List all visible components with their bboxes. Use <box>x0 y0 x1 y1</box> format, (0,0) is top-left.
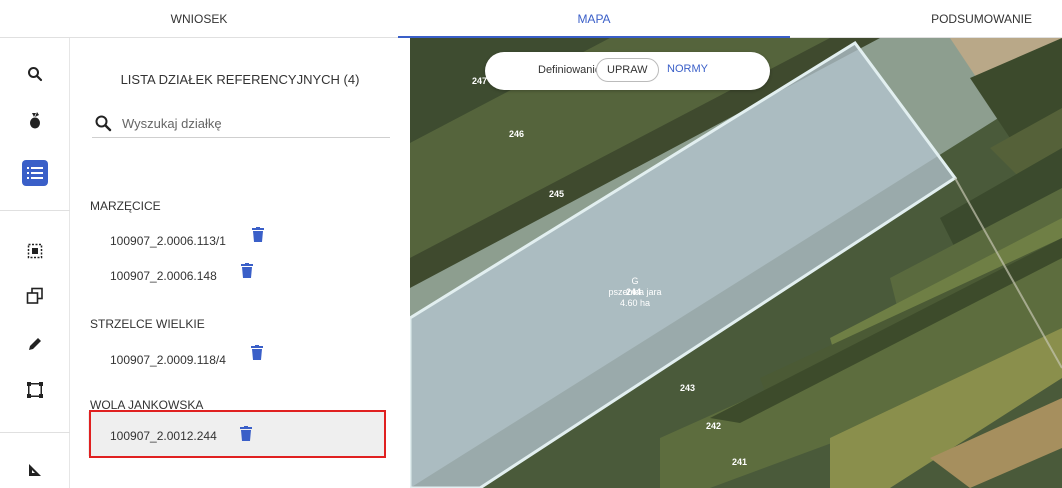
top-tab-bar: WNIOSEK MAPA PODSUMOWANIE <box>0 0 1062 38</box>
frame-icon[interactable] <box>17 372 53 408</box>
group-title-marzecice: MARZĘCICE <box>90 199 161 213</box>
toolbar-divider <box>0 432 70 433</box>
parcel-number: 246 <box>509 129 525 139</box>
highlight-annotation <box>89 410 386 458</box>
satellite-map <box>410 38 1062 488</box>
search-input[interactable] <box>122 113 382 133</box>
tab-wniosek[interactable]: WNIOSEK <box>0 0 398 38</box>
search-icon[interactable] <box>17 56 53 92</box>
delete-icon[interactable] <box>241 263 253 278</box>
parcel-number: 244 <box>626 287 642 297</box>
crop-letter: G <box>631 276 639 286</box>
crop-name-line: pszenica jara 244 <box>590 287 680 298</box>
mode-normy-button[interactable]: NORMY <box>657 58 718 82</box>
parcel-number: 243 <box>680 383 696 393</box>
mode-upraw-button[interactable]: UPRAW <box>596 58 659 82</box>
select-area-icon[interactable] <box>17 233 53 269</box>
copy-icon[interactable] <box>17 278 53 314</box>
toolbar-divider <box>0 210 70 211</box>
tab-mapa[interactable]: MAPA <box>398 0 790 38</box>
map-view[interactable]: Definiowanie UPRAW NORMY 247 246 245 243… <box>410 38 1062 488</box>
search-icon <box>95 115 112 132</box>
parcel-search <box>92 110 390 138</box>
group-title-strzelce-wielkie: STRZELCE WIELKIE <box>90 317 205 331</box>
pencil-icon[interactable] <box>17 326 53 362</box>
list-icon[interactable] <box>22 160 48 186</box>
parcel-number: 241 <box>732 457 748 467</box>
crop-area: 4.60 ha <box>619 298 651 308</box>
delete-icon[interactable] <box>252 227 264 242</box>
mode-label: Definiowanie <box>538 64 601 76</box>
delete-icon[interactable] <box>251 345 263 360</box>
parcel-label[interactable]: 100907_2.0006.113/1 <box>110 234 226 248</box>
parcel-number: 247 <box>472 76 488 86</box>
tab-podsumowanie[interactable]: PODSUMOWANIE <box>790 0 1062 38</box>
selected-parcel-info: G pszenica jara 244 4.60 ha <box>590 276 680 309</box>
parcel-number: 242 <box>706 421 722 431</box>
measure-icon[interactable] <box>17 452 53 488</box>
panel-title: LISTA DZIAŁEK REFERENCYJNYCH (4) <box>120 72 360 87</box>
left-toolbar <box>0 38 70 488</box>
mode-toggle: Definiowanie UPRAW NORMY <box>485 52 770 90</box>
parcel-number: 245 <box>549 189 565 199</box>
parcel-label[interactable]: 100907_2.0006.148 <box>110 269 217 283</box>
plant-icon[interactable] <box>17 102 53 138</box>
parcel-label[interactable]: 100907_2.0009.118/4 <box>110 353 226 367</box>
